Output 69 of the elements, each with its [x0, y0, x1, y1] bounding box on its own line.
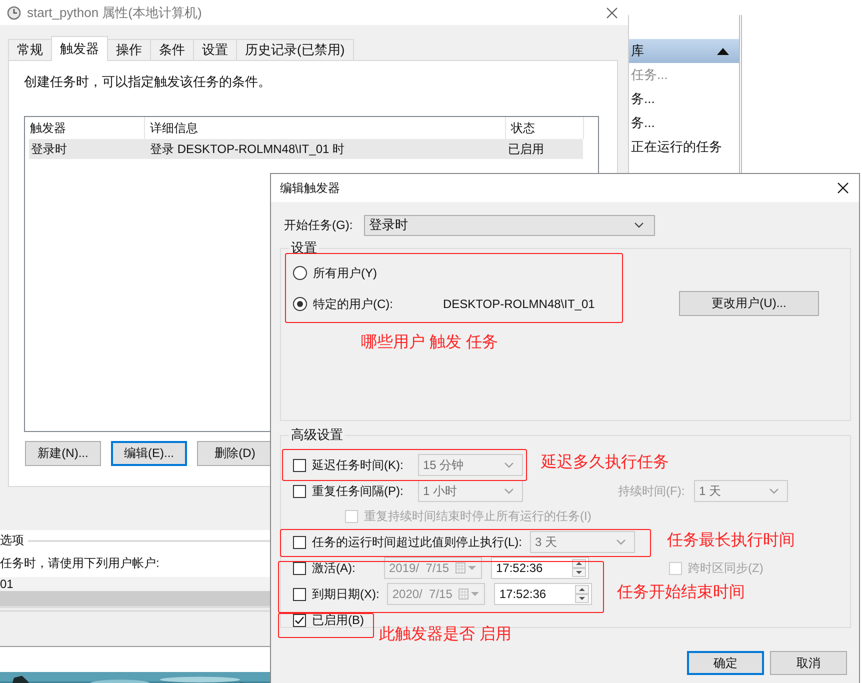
checkbox-label: 任务的运行时间超过此值则停止执行(L):	[312, 534, 522, 550]
user-name: DESKTOP-ROLMN48\IT_01	[443, 297, 595, 311]
dropdown-value: 3 天	[535, 534, 558, 550]
trigger-button[interactable]: 删除(D)	[197, 441, 273, 466]
dropdown-value: 15 分钟	[423, 456, 464, 474]
checkbox[interactable]	[293, 614, 306, 626]
date-value: 2020/ 7/15	[392, 587, 452, 601]
annotation-text: 延迟多久执行任务	[541, 452, 669, 473]
checkbox-label: 重复持续时间结束时停止所有运行的任务(I)	[364, 508, 592, 525]
horizontal-scrollbar[interactable]	[0, 591, 270, 606]
action-item[interactable]: 务...	[631, 111, 739, 135]
panel-header-label: 库	[631, 42, 644, 60]
duration-label: 持续时间(F):	[618, 482, 686, 500]
time-value: 17:52:36	[496, 561, 543, 575]
chevron-icon	[634, 222, 644, 228]
radio-label: 所有用户(Y)	[313, 264, 378, 282]
start-task-label: 开始任务(G):	[284, 216, 354, 234]
checkbox-label: 已启用(B)	[312, 612, 364, 628]
close-icon[interactable]	[606, 6, 618, 18]
annotation-text: 任务最长执行时间	[667, 530, 795, 551]
table-cell-text: 登录时	[30, 141, 68, 158]
dropdown-value: 登录时	[369, 216, 408, 234]
table-cell-text: 登录 DESKTOP-ROLMN48\IT_01 时	[149, 141, 346, 158]
radio-button[interactable]	[293, 266, 307, 280]
action-item[interactable]: 务...	[631, 87, 739, 111]
date-value: 2019/ 7/15	[389, 561, 450, 575]
account-prompt: 任务时，请使用下列用户帐户:	[0, 555, 160, 572]
chevron-icon	[616, 539, 626, 545]
change-user-button[interactable]: 更改用户(U)...	[679, 291, 819, 316]
trigger-row[interactable]: 登录时 登录 DESKTOP-ROLMN48\IT_01 时 已启用	[29, 139, 583, 159]
radio-button[interactable]	[293, 297, 307, 311]
ok-button[interactable]: 确定	[687, 651, 764, 675]
collapse-icon[interactable]	[717, 48, 729, 54]
account-field: 01	[0, 577, 270, 591]
action-item[interactable]: 正在运行的任务	[631, 135, 739, 159]
start-task-dropdown[interactable]: 登录时	[364, 214, 655, 236]
annotation-text: 任务开始结束时间	[617, 582, 745, 603]
clock-icon	[7, 6, 21, 20]
chevron-icon	[769, 488, 779, 494]
spin-icon[interactable]	[575, 585, 590, 603]
table-cell-text: 已启用	[508, 141, 545, 158]
chevron-icon	[504, 462, 514, 468]
group-title: 高级设置	[290, 426, 344, 444]
dropdown-value: 1 小时	[423, 482, 458, 500]
tab[interactable]: 常规	[8, 39, 52, 60]
dialog-title: 编辑触发器	[280, 180, 340, 196]
annotation-text: 哪些用户 触发 任务	[361, 332, 498, 353]
checkbox-label: 延迟任务时间(K):	[312, 456, 404, 474]
description-text: 创建任务时，可以指定触发该任务的条件。	[24, 73, 272, 91]
radio-label: 特定的用户(C):	[313, 296, 394, 312]
time-value: 17:52:36	[499, 587, 546, 601]
checkbox-label: 跨时区同步(Z)	[688, 560, 764, 576]
cancel-button[interactable]: 取消	[770, 651, 847, 675]
tab[interactable]: 历史记录(已禁用)	[236, 39, 354, 60]
group-title: 设置	[290, 239, 318, 257]
checkbox-label: 到期日期(X):	[312, 586, 380, 602]
spin-icon[interactable]	[572, 559, 586, 577]
close-icon[interactable]	[837, 182, 849, 194]
trigger-button[interactable]: 编辑(E)...	[111, 441, 187, 466]
dropdown-value: 1 天	[699, 482, 722, 500]
chevron-icon	[504, 488, 514, 494]
trigger-button[interactable]: 新建(N)...	[25, 441, 101, 466]
annotation-text: 此触发器是否 启用	[379, 624, 512, 645]
checkbox-label: 激活(A):	[312, 560, 356, 576]
tab[interactable]: 触发器	[51, 36, 108, 61]
section-title: 选项	[0, 532, 24, 549]
checkbox-label: 重复任务间隔(P):	[312, 482, 404, 500]
window-title: start_python 属性(本地计算机)	[27, 4, 202, 22]
panel-header[interactable]: 库	[629, 39, 739, 63]
